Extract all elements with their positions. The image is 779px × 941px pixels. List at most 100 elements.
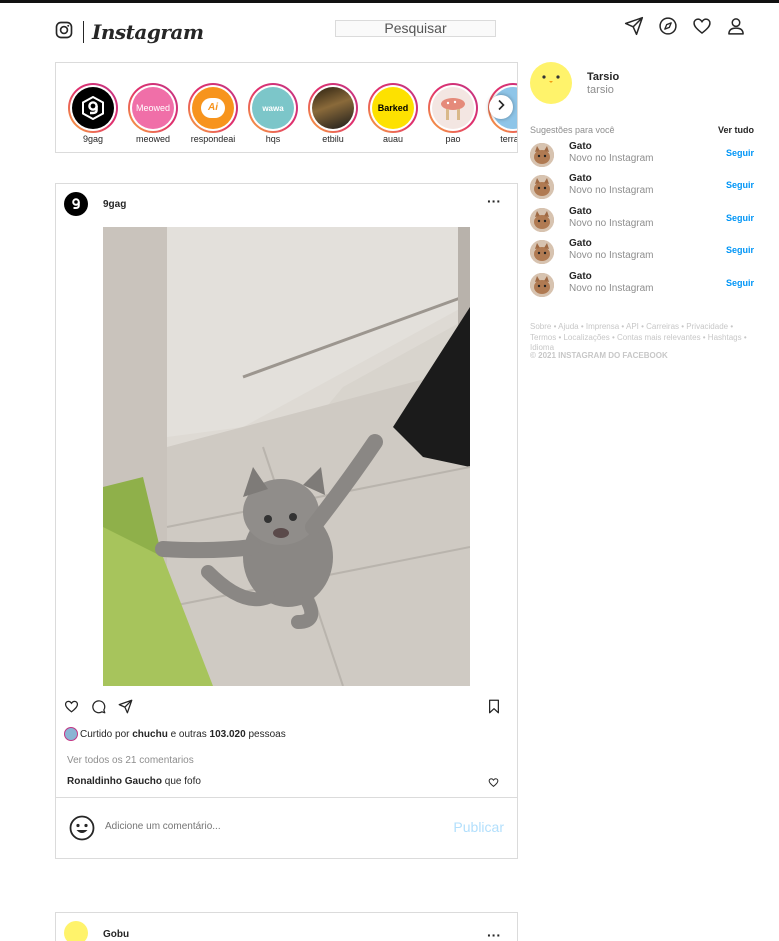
chevron-right-icon xyxy=(495,98,507,116)
story-avatar xyxy=(312,87,354,129)
follow-button[interactable]: Seguir xyxy=(726,278,754,288)
profile-icon[interactable] xyxy=(726,16,746,36)
story-label: terrapl xyxy=(500,134,518,144)
top-nav xyxy=(624,16,746,36)
story-item[interactable]: Ai respondeai xyxy=(188,83,238,144)
suggestion-item: Gato Novo no Instagram Seguir xyxy=(530,238,754,264)
search-input[interactable]: Pesquisar xyxy=(335,20,496,37)
emoji-icon[interactable] xyxy=(69,815,95,841)
comment-item: Ronaldinho Gaucho que fofo xyxy=(67,776,201,787)
follow-button[interactable]: Seguir xyxy=(726,245,754,255)
story-item[interactable]: 9gag xyxy=(68,83,118,144)
post-video[interactable] xyxy=(103,227,470,686)
comment-icon[interactable] xyxy=(91,699,106,714)
cat-photo xyxy=(103,227,470,686)
post-author-name[interactable]: Gobu xyxy=(103,929,129,940)
post-header: 9gag xyxy=(64,192,126,216)
comment-text: que fofo xyxy=(164,776,201,787)
liker-name[interactable]: chuchu xyxy=(132,729,168,740)
story-item[interactable]: wawa hqs xyxy=(248,83,298,144)
suggestion-name[interactable]: Gato xyxy=(569,238,592,249)
suggestion-name[interactable]: Gato xyxy=(569,141,592,152)
profile-name[interactable]: Tarsio xyxy=(587,71,619,83)
bookmark-icon[interactable] xyxy=(487,699,501,714)
direct-send-icon[interactable] xyxy=(624,16,644,36)
story-label: respondeai xyxy=(190,134,236,144)
suggestion-avatar[interactable] xyxy=(530,143,554,167)
suggestion-subtitle: Novo no Instagram xyxy=(569,250,654,261)
post-author-name[interactable]: 9gag xyxy=(103,199,126,210)
view-all-comments-link[interactable]: Ver todos os 21 comentarios xyxy=(67,755,194,766)
heart-icon[interactable] xyxy=(692,16,712,36)
suggestion-avatar[interactable] xyxy=(530,175,554,199)
story-label: hqs xyxy=(265,134,281,144)
comment-author[interactable]: Ronaldinho Gaucho xyxy=(67,776,162,787)
story-label: pao xyxy=(445,134,461,144)
instagram-logo[interactable]: Instagram xyxy=(55,20,204,44)
suggestion-item: Gato Novo no Instagram Seguir xyxy=(530,173,754,199)
story-avatar: Ai xyxy=(192,87,234,129)
suggestions-header: Sugestões para você Ver tudo xyxy=(530,125,754,135)
suggestion-avatar[interactable] xyxy=(530,240,554,264)
top-border xyxy=(0,0,779,3)
story-avatar xyxy=(72,87,114,129)
stories-next-button[interactable] xyxy=(489,95,513,119)
post-author-avatar[interactable] xyxy=(64,192,88,216)
profile-handle: tarsio xyxy=(587,84,614,96)
suggestion-subtitle: Novo no Instagram xyxy=(569,218,654,229)
copyright-text: © 2021 INSTAGRAM DO FACEBOOK xyxy=(530,351,668,360)
story-item[interactable]: Meowed meowed xyxy=(128,83,178,144)
story-label: meowed xyxy=(135,134,171,144)
story-item[interactable]: Barked auau xyxy=(368,83,418,144)
story-item[interactable]: pao xyxy=(428,83,478,144)
explore-compass-icon[interactable] xyxy=(658,16,678,36)
logo-wordmark: Instagram xyxy=(92,20,204,44)
more-options-icon[interactable]: ··· xyxy=(487,194,501,208)
footer-links[interactable]: Sobre • Ajuda • Imprensa • API • Carreir… xyxy=(530,322,760,354)
feed-post: 9gag ··· Curtido por chuchu e outras 103… xyxy=(55,183,518,859)
suggestion-name[interactable]: Gato xyxy=(569,271,592,282)
suggestions-title: Sugestões para você xyxy=(530,125,615,135)
add-comment-bar: Publicar xyxy=(56,797,517,858)
post-actions xyxy=(64,699,133,714)
story-item[interactable]: etbilu xyxy=(308,83,358,144)
story-avatar: wawa xyxy=(252,87,294,129)
story-avatar: Barked xyxy=(372,87,414,129)
publish-button[interactable]: Publicar xyxy=(453,819,504,835)
current-user-profile[interactable]: Tarsio tarsio xyxy=(530,62,619,104)
story-label: auau xyxy=(382,134,404,144)
likes-middle: e outras xyxy=(170,728,207,740)
post-author-avatar[interactable] xyxy=(64,921,88,941)
suggestion-name[interactable]: Gato xyxy=(569,173,592,184)
instagram-icon xyxy=(55,21,73,44)
follow-button[interactable]: Seguir xyxy=(726,148,754,158)
profile-avatar[interactable] xyxy=(530,62,572,104)
follow-button[interactable]: Seguir xyxy=(726,213,754,223)
likes-summary[interactable]: Curtido por chuchu e outras 103.020 pess… xyxy=(64,727,286,741)
feed-post: Gobu ··· xyxy=(55,912,518,941)
likes-prefix: Curtido por xyxy=(80,728,130,740)
suggestion-subtitle: Novo no Instagram xyxy=(569,153,654,164)
story-label: 9gag xyxy=(82,134,104,144)
suggestion-avatar[interactable] xyxy=(530,273,554,297)
liker-avatar xyxy=(64,727,78,741)
story-avatar: Meowed xyxy=(132,87,174,129)
suggestion-subtitle: Novo no Instagram xyxy=(569,185,654,196)
comment-input[interactable] xyxy=(105,821,405,832)
comment-like-heart-icon[interactable] xyxy=(488,775,499,788)
follow-button[interactable]: Seguir xyxy=(726,180,754,190)
share-send-icon[interactable] xyxy=(118,699,133,714)
suggestion-item: Gato Novo no Instagram Seguir xyxy=(530,271,754,297)
more-options-icon[interactable]: ··· xyxy=(487,928,501,941)
story-label: etbilu xyxy=(322,134,344,144)
stories-tray: 9gag Meowed meowed Ai respondeai wawa hq… xyxy=(55,62,518,153)
suggestion-avatar[interactable] xyxy=(530,208,554,232)
suggestion-subtitle: Novo no Instagram xyxy=(569,283,654,294)
likes-count: 103.020 xyxy=(209,728,246,740)
see-all-link[interactable]: Ver tudo xyxy=(718,125,754,135)
suggestion-name[interactable]: Gato xyxy=(569,206,592,217)
like-heart-icon[interactable] xyxy=(64,699,79,714)
suggestion-item: Gato Novo no Instagram Seguir xyxy=(530,141,754,167)
suggestion-item: Gato Novo no Instagram Seguir xyxy=(530,206,754,232)
likes-suffix: pessoas xyxy=(248,728,286,740)
